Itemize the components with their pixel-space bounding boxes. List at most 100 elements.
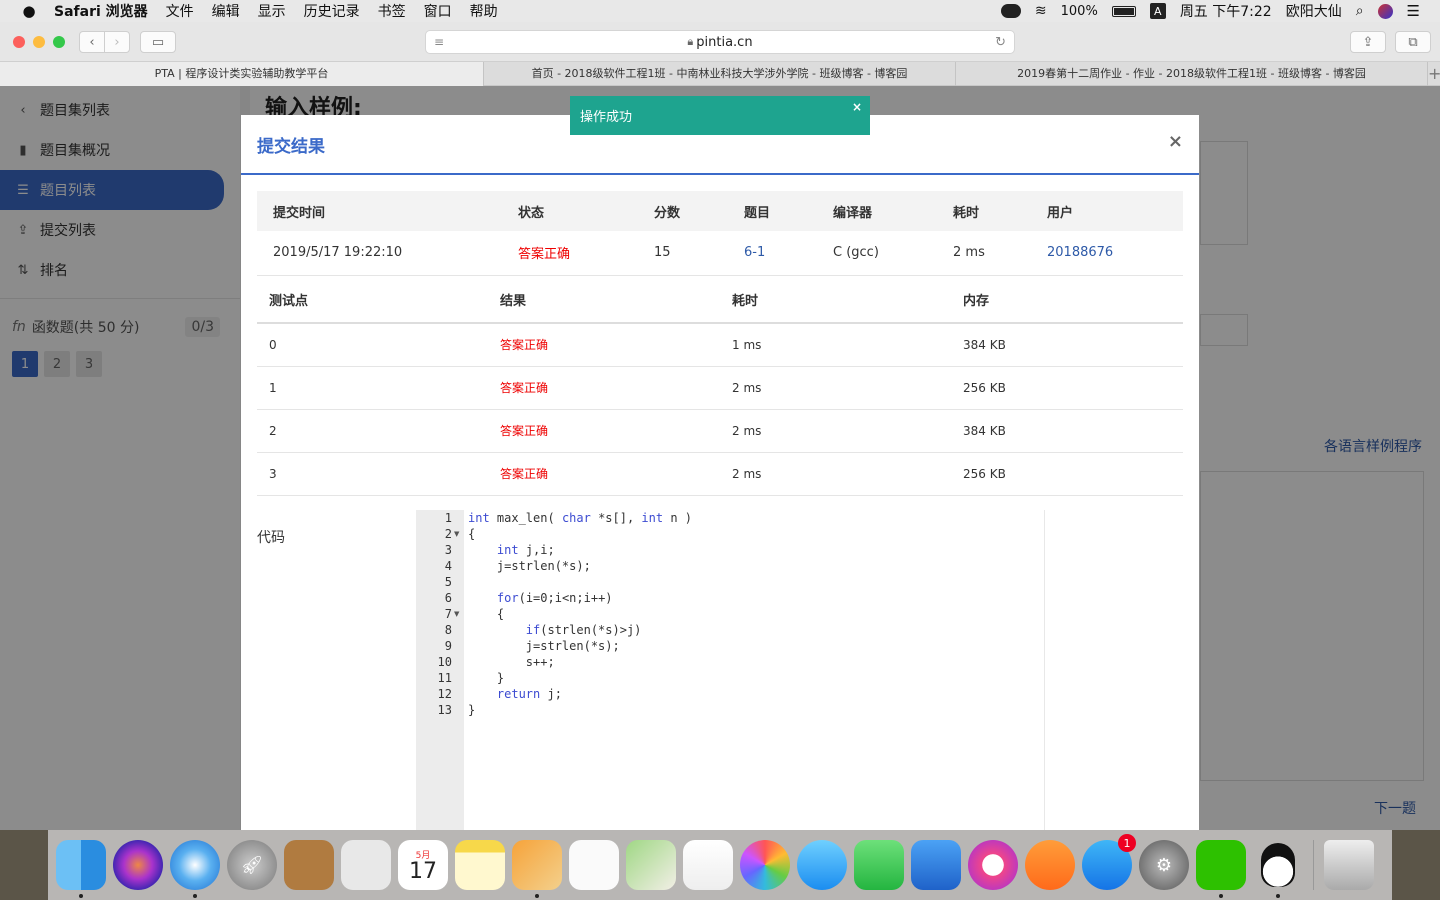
appstore-icon[interactable]: 1 <box>1082 834 1136 890</box>
line-number: 5 <box>444 575 452 589</box>
siri-icon[interactable] <box>1377 3 1393 19</box>
dock-separator <box>1313 840 1314 890</box>
system-preferences-icon[interactable]: ⚙ <box>1139 840 1189 890</box>
menu-window[interactable]: 窗口 <box>424 1 452 21</box>
tab-pta[interactable]: PTA | 程序设计类实验辅助教学平台 <box>0 62 484 86</box>
column-header: 结果 <box>488 277 720 324</box>
calendar-icon[interactable]: 5月 17 <box>398 840 448 890</box>
code-line: return j; <box>496 687 562 701</box>
menu-app-name[interactable]: Safari 浏览器 <box>54 1 148 21</box>
table-row: 0 答案正确 1 ms 384 KB <box>257 323 1183 367</box>
notes-icon[interactable] <box>455 840 505 890</box>
case-memory: 256 KB <box>951 366 1183 410</box>
close-icon[interactable]: × <box>1168 131 1183 152</box>
dock: 🚀︎ 5月 17 1 ⚙ <box>0 830 1440 900</box>
tab-cnblogs-home[interactable]: 首页 - 2018级软件工程1班 - 中南林业科技大学涉外学院 - 班级博客 -… <box>484 62 956 86</box>
launchpad-icon[interactable]: 🚀︎ <box>227 840 277 890</box>
keynote-icon[interactable] <box>911 840 961 890</box>
reader-icon[interactable]: ≡ <box>434 35 444 49</box>
line-number: 1 <box>444 511 452 525</box>
wifi-icon[interactable]: ≋ <box>1035 3 1047 19</box>
show-tabs-button[interactable]: ⧉ <box>1395 31 1431 53</box>
code-viewer[interactable]: 1 2 ▼ 3 4 5 6 7 ▼ 8 9 10 11 12 13 int max_len( char *s… <box>416 510 1183 830</box>
menu-history[interactable]: 历史记录 <box>304 1 360 21</box>
case-time: 2 ms <box>720 452 951 496</box>
code-line: j=strlen(*s); <box>468 639 620 653</box>
forward-button[interactable]: › <box>104 31 130 53</box>
column-header: 编译器 <box>817 191 937 231</box>
line-number: 4 <box>444 559 452 573</box>
apple-icon[interactable]: ● <box>18 2 40 20</box>
photos-icon[interactable] <box>740 840 790 890</box>
maps-icon[interactable] <box>626 840 676 890</box>
column-header: 提交时间 <box>257 191 502 231</box>
sidebar-toggle-button[interactable]: ▭ <box>140 31 176 53</box>
code-label: 代码 <box>257 530 285 546</box>
share-button[interactable]: ⇪ <box>1350 31 1386 53</box>
address-bar[interactable]: ≡ 🔒︎ pintia.cn ↻ <box>425 30 1015 54</box>
column-header: 题目 <box>728 191 817 231</box>
code-line: j=strlen(*s); <box>468 559 591 573</box>
line-number: 9 <box>444 639 452 653</box>
messages-icon[interactable] <box>797 840 847 890</box>
table-row: 1 答案正确 2 ms 256 KB <box>257 366 1183 410</box>
battery-icon[interactable] <box>1111 5 1136 17</box>
siri-icon[interactable] <box>113 840 163 890</box>
menu-edit[interactable]: 编辑 <box>212 1 240 21</box>
elapsed-time: 2 ms <box>937 231 1031 276</box>
wechat-icon[interactable] <box>1196 840 1246 898</box>
preview-icon[interactable] <box>341 840 391 890</box>
spotlight-search-icon[interactable]: ⌕ <box>1356 3 1364 19</box>
running-indicator <box>1276 894 1280 898</box>
close-window-button[interactable] <box>13 36 25 48</box>
zoom-window-button[interactable] <box>53 36 65 48</box>
case-id: 1 <box>257 366 488 410</box>
menu-view[interactable]: 显示 <box>258 1 286 21</box>
user-name[interactable]: 欧阳大仙 <box>1286 1 1342 21</box>
case-id: 0 <box>257 323 488 367</box>
line-number: 7 <box>444 607 452 621</box>
input-method-icon[interactable]: A <box>1149 3 1166 19</box>
back-button[interactable]: ‹ <box>79 31 105 53</box>
notification-center-icon[interactable]: ☰ <box>1407 2 1420 20</box>
score: 15 <box>638 231 728 276</box>
menu-file[interactable]: 文件 <box>166 1 194 21</box>
tab-cnblogs-homework[interactable]: 2019春第十二周作业 - 作业 - 2018级软件工程1班 - 班级博客 - … <box>956 62 1428 86</box>
qq-icon[interactable] <box>1253 840 1303 898</box>
toast-message: 操作成功 <box>580 110 633 125</box>
close-icon[interactable]: × <box>852 100 862 114</box>
facetime-icon[interactable] <box>854 840 904 890</box>
fold-arrow-icon[interactable]: ▼ <box>454 530 459 538</box>
problem-link[interactable]: 6-1 <box>728 231 817 276</box>
books-icon[interactable] <box>1025 840 1075 890</box>
line-number-gutter: 1 2 ▼ 3 4 5 6 7 ▼ 8 9 10 11 12 13 <box>416 510 464 830</box>
finder-icon[interactable] <box>56 840 106 898</box>
line-number: 3 <box>444 543 452 557</box>
trash-icon[interactable] <box>1324 840 1374 890</box>
pages-icon[interactable] <box>512 840 562 898</box>
tab-bar: PTA | 程序设计类实验辅助教学平台 首页 - 2018级软件工程1班 - 中… <box>0 62 1440 86</box>
safari-icon[interactable] <box>170 840 220 898</box>
code-line: s++; <box>468 655 555 669</box>
line-number: 12 <box>437 687 452 701</box>
reload-icon[interactable]: ↻ <box>995 35 1006 50</box>
numbers-icon[interactable] <box>683 840 733 890</box>
case-time: 2 ms <box>720 366 951 410</box>
case-id: 2 <box>257 409 488 453</box>
wechat-status-icon[interactable] <box>1000 4 1021 18</box>
user-link[interactable]: 20188676 <box>1031 231 1183 276</box>
clock[interactable]: 周五 下午7:22 <box>1180 1 1272 21</box>
line-number: 2 <box>444 527 452 541</box>
menu-help[interactable]: 帮助 <box>470 1 498 21</box>
fold-arrow-icon[interactable]: ▼ <box>454 610 459 618</box>
contacts-icon[interactable] <box>284 840 334 890</box>
music-icon[interactable] <box>968 840 1018 890</box>
code-text-area[interactable]: int max_len( char *s[], int n ) { int j,i… <box>464 510 1183 830</box>
code-line: for(i=0;i<n;i++) <box>496 591 613 605</box>
minimize-window-button[interactable] <box>33 36 45 48</box>
new-tab-button[interactable]: + <box>1428 62 1440 85</box>
case-result: 答案正确 <box>488 409 720 453</box>
menu-bookmarks[interactable]: 书签 <box>378 1 406 21</box>
column-header: 用户 <box>1031 191 1183 231</box>
reminders-icon[interactable] <box>569 840 619 890</box>
